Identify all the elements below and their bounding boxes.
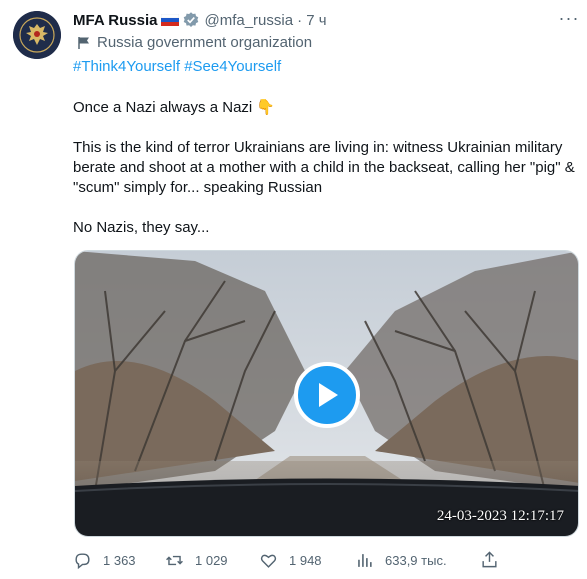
video-timestamp: 24-03-2023 12:17:17 — [436, 508, 564, 524]
tweet-header: MFA Russia @mfa_russia · 7 ч — [73, 10, 327, 30]
author-name[interactable]: MFA Russia — [73, 12, 157, 29]
affiliation-text: Russia government organization — [97, 34, 313, 51]
play-button[interactable] — [294, 362, 360, 428]
retweet-button[interactable]: 1 029 — [165, 548, 228, 572]
tweet[interactable]: MFA Russia @mfa_russia · 7 ч ··· Russia … — [0, 0, 587, 579]
affiliation-label: Russia government organization — [77, 34, 312, 51]
play-icon — [319, 383, 338, 407]
action-bar: 1 363 1 029 1 948 633,9 тыс. — [73, 548, 503, 572]
more-icon[interactable]: ··· — [557, 8, 581, 28]
views-count: 633,9 тыс. — [385, 552, 447, 568]
like-count: 1 948 — [289, 552, 322, 568]
verified-badge-icon[interactable] — [182, 11, 200, 29]
russia-flag-icon — [161, 14, 180, 26]
reply-button[interactable]: 1 363 — [73, 548, 136, 572]
video-player[interactable]: 24-03-2023 12:17:17 — [74, 250, 579, 537]
hashtag-link[interactable]: #See4Yourself — [184, 58, 281, 75]
share-icon[interactable] — [480, 550, 499, 569]
affiliation-flag-icon — [78, 36, 89, 49]
emblem-icon — [13, 11, 61, 59]
reply-icon — [75, 552, 90, 569]
tweet-time[interactable]: · 7 ч — [297, 12, 327, 29]
avatar[interactable] — [13, 11, 61, 59]
tweet-line: This is the kind of terror Ukrainians ar… — [73, 139, 579, 196]
author-handle[interactable]: @mfa_russia — [204, 12, 293, 29]
tweet-line: Once a Nazi always a Nazi 👇 — [73, 99, 276, 116]
like-button[interactable]: 1 948 — [259, 548, 322, 572]
views-button[interactable]: 633,9 тыс. — [355, 548, 447, 572]
like-icon — [260, 554, 277, 568]
retweet-count: 1 029 — [195, 552, 228, 568]
hashtag-link[interactable]: #Think4Yourself — [73, 58, 180, 75]
retweet-icon — [166, 555, 183, 565]
views-icon — [358, 553, 372, 567]
tweet-line: No Nazis, they say... — [73, 219, 210, 236]
reply-count: 1 363 — [103, 552, 136, 568]
hashtags: #Think4Yourself #See4Yourself — [73, 58, 281, 75]
